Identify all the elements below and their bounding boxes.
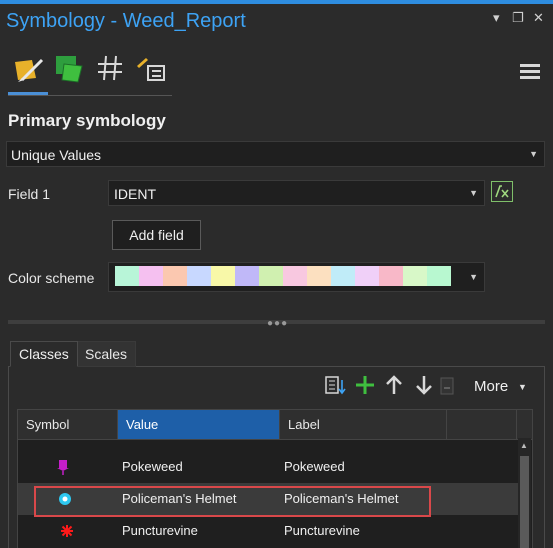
color-scheme-swatches xyxy=(115,266,451,286)
section-heading: Primary symbology xyxy=(8,111,166,130)
color-swatch xyxy=(139,266,163,286)
label-classes-icon[interactable] xyxy=(134,52,168,86)
add-class-icon[interactable] xyxy=(354,374,376,396)
pushpin-icon[interactable] xyxy=(56,451,86,483)
chevron-down-icon: ▼ xyxy=(529,149,538,159)
color-swatch xyxy=(115,266,139,286)
color-swatch xyxy=(259,266,283,286)
color-swatch xyxy=(187,266,211,286)
hamburger-icon[interactable] xyxy=(520,64,540,80)
window-accent-bar xyxy=(0,0,553,4)
chevron-down-icon: ▼ xyxy=(469,272,478,282)
color-scheme-label: Color scheme xyxy=(8,270,95,286)
table-row[interactable]: Puncturevine Puncturevine xyxy=(18,515,518,547)
value-cell[interactable]: Pokeweed xyxy=(118,451,280,483)
color-swatch xyxy=(379,266,403,286)
column-header-label[interactable]: Label xyxy=(280,410,447,439)
label-cell[interactable]: Puncturevine xyxy=(280,515,447,547)
collapse-icon[interactable] xyxy=(440,374,454,396)
color-swatch xyxy=(355,266,379,286)
toolbar-divider xyxy=(8,95,172,96)
field1-label: Field 1 xyxy=(8,186,51,202)
selected-row-highlight xyxy=(34,486,431,517)
table-row[interactable]: Pokeweed Pokeweed xyxy=(18,451,518,483)
close-icon[interactable]: ✕ xyxy=(533,10,544,26)
color-swatch xyxy=(283,266,307,286)
symbol-layers-icon[interactable] xyxy=(94,52,128,86)
chevron-down-icon[interactable]: ▼ xyxy=(518,382,527,392)
color-swatch xyxy=(163,266,187,286)
tab-scales[interactable]: Scales xyxy=(76,341,137,367)
vary-symbology-icon[interactable] xyxy=(54,52,88,86)
column-header-value[interactable]: Value xyxy=(118,410,280,439)
renderer-dropdown[interactable]: Unique Values ▼ xyxy=(6,141,545,167)
classes-grid: Symbol Value Label Pokeweed Pokeweed Pol… xyxy=(17,409,533,548)
primary-symbology-icon[interactable] xyxy=(12,52,46,86)
asterisk-icon[interactable] xyxy=(60,515,90,547)
label-cell[interactable]: Pokeweed xyxy=(280,451,447,483)
field1-value: IDENT xyxy=(114,186,156,202)
expression-button[interactable] xyxy=(491,181,513,202)
color-swatch xyxy=(403,266,427,286)
color-swatch xyxy=(211,266,235,286)
move-up-icon[interactable] xyxy=(384,374,404,396)
reverse-order-icon[interactable] xyxy=(324,374,346,396)
color-swatch xyxy=(235,266,259,286)
column-header-blank xyxy=(447,410,517,439)
more-button[interactable]: More xyxy=(474,378,508,395)
renderer-value: Unique Values xyxy=(11,147,102,163)
grip-icon[interactable]: ●●● xyxy=(267,318,288,329)
move-down-icon[interactable] xyxy=(414,374,434,396)
color-swatch xyxy=(331,266,355,286)
maximize-icon[interactable]: ❐ xyxy=(512,10,524,26)
field1-dropdown[interactable]: IDENT ▼ xyxy=(108,180,485,206)
scroll-up-icon[interactable]: ▲ xyxy=(520,441,528,450)
value-cell[interactable]: Puncturevine xyxy=(118,515,280,547)
grid-scrollbar[interactable]: ▲ xyxy=(518,438,531,548)
pane-menu-icon[interactable]: ▾ xyxy=(493,10,500,26)
add-field-button[interactable]: Add field xyxy=(112,220,201,250)
chevron-down-icon: ▼ xyxy=(469,188,478,198)
expression-icon xyxy=(495,185,509,198)
scrollbar-thumb[interactable] xyxy=(520,456,529,548)
grid-header: Symbol Value Label xyxy=(18,410,532,440)
column-header-symbol[interactable]: Symbol xyxy=(18,410,118,439)
window-title: Symbology - Weed_Report xyxy=(6,10,246,32)
color-swatch xyxy=(307,266,331,286)
color-swatch xyxy=(427,266,451,286)
tab-classes[interactable]: Classes xyxy=(10,341,78,367)
